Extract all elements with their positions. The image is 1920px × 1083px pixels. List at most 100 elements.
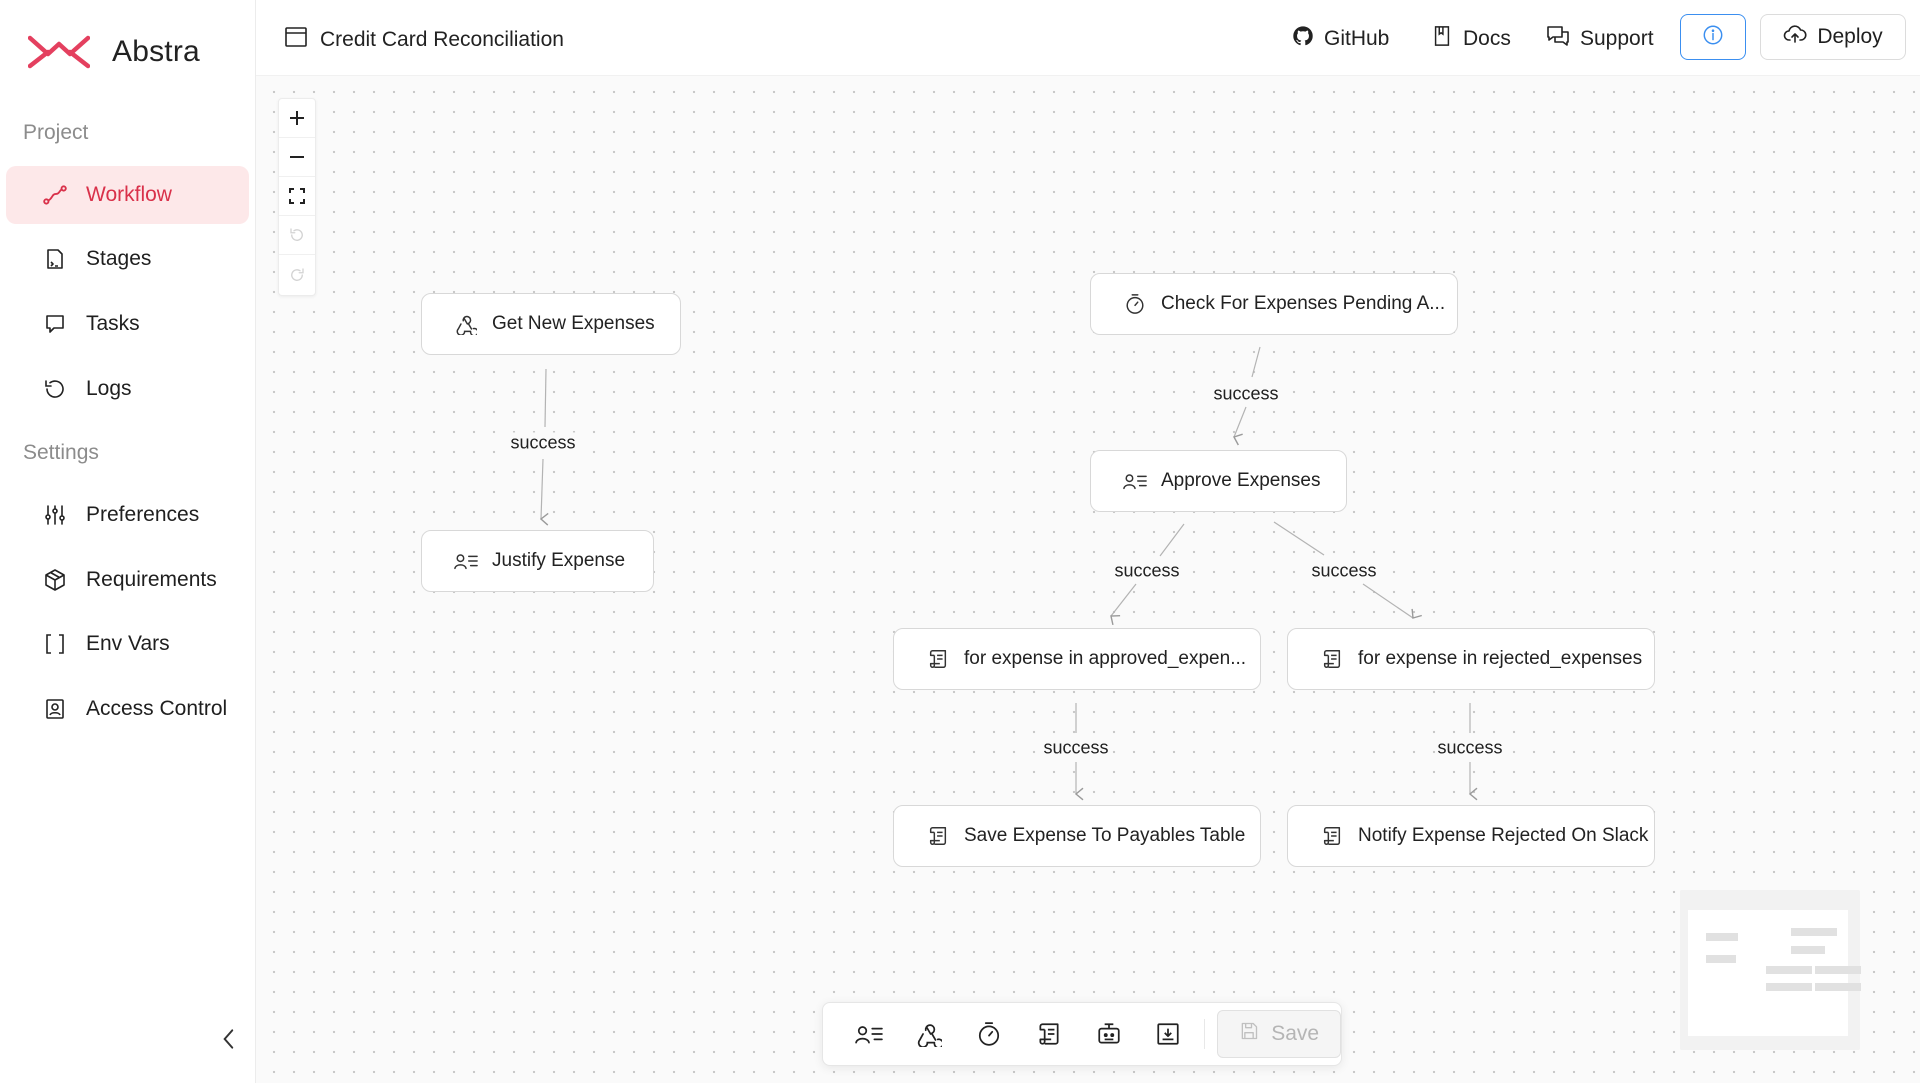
badge-icon <box>42 696 68 722</box>
page-title: Credit Card Reconciliation <box>284 26 564 54</box>
sidebar-item-label: Access Control <box>86 697 228 720</box>
edge-line <box>1159 523 1185 557</box>
abstra-logo-icon <box>28 35 90 69</box>
settings-section-title: Settings <box>23 441 99 464</box>
script-icon <box>926 824 950 848</box>
chat-icon <box>1546 25 1570 53</box>
book-icon <box>1431 25 1453 53</box>
node-label: Save Expense To Payables Table <box>964 825 1246 846</box>
zoom-out-icon[interactable] <box>279 138 315 177</box>
edge-line <box>539 458 549 526</box>
redo-icon[interactable] <box>279 255 315 294</box>
sidebar-item-preferences[interactable]: Preferences <box>6 486 249 544</box>
support-label: Support <box>1580 27 1654 50</box>
node-label: Approve Expenses <box>1161 470 1321 491</box>
sliders-icon <box>42 502 68 528</box>
cloud-upload-icon <box>1783 23 1807 51</box>
node-label: Check For Expenses Pending A... <box>1161 293 1446 314</box>
sidebar-item-tasks[interactable]: Tasks <box>6 295 249 353</box>
edge-label: success <box>1309 560 1379 582</box>
node-check-pending[interactable]: Check For Expenses Pending A... <box>1090 273 1458 335</box>
brackets-icon <box>42 631 68 657</box>
edge-label: success <box>1211 383 1281 405</box>
docs-label: Docs <box>1463 27 1511 50</box>
save-icon <box>1239 1021 1259 1047</box>
add-form-icon[interactable] <box>839 1010 899 1058</box>
sidebar-item-env-vars[interactable]: Env Vars <box>6 615 249 673</box>
toolbar-divider <box>1204 1019 1206 1049</box>
node-label: for expense in approved_expen... <box>964 648 1247 669</box>
sidebar-item-stages[interactable]: Stages <box>6 230 249 288</box>
sidebar-item-label: Requirements <box>86 568 217 591</box>
sidebar-item-label: Workflow <box>86 183 172 206</box>
undo-icon[interactable] <box>279 216 315 255</box>
top-header: Credit Card Reconciliation GitHub Docs S… <box>256 0 1920 76</box>
fit-view-icon[interactable] <box>279 177 315 216</box>
node-approve-expenses[interactable]: Approve Expenses <box>1090 450 1347 512</box>
app-logo[interactable]: Abstra <box>28 32 200 72</box>
edge-line <box>1251 346 1261 378</box>
form-icon <box>454 549 478 573</box>
edge-label: success <box>1041 737 1111 759</box>
node-save-payables[interactable]: Save Expense To Payables Table <box>893 805 1261 867</box>
page-title-text: Credit Card Reconciliation <box>320 28 564 51</box>
info-button[interactable] <box>1680 14 1746 60</box>
node-label: Notify Expense Rejected On Slack <box>1358 825 1649 846</box>
edge-line <box>1362 583 1422 619</box>
github-label: GitHub <box>1324 27 1390 50</box>
workflow-icon <box>42 182 68 208</box>
add-agent-robot-icon[interactable] <box>1079 1010 1139 1058</box>
edge-label: success <box>1112 560 1182 582</box>
add-download-icon[interactable] <box>1138 1010 1198 1058</box>
sidebar-item-label: Logs <box>86 377 132 400</box>
node-justify-expense[interactable]: Justify Expense <box>421 530 654 592</box>
deploy-label: Deploy <box>1817 25 1883 48</box>
sidebar-item-label: Env Vars <box>86 632 170 655</box>
docs-link[interactable]: Docs <box>1431 25 1511 53</box>
app-name: Abstra <box>112 35 200 68</box>
minimap-viewport <box>1688 910 1861 1036</box>
deploy-button[interactable]: Deploy <box>1760 14 1906 60</box>
script-icon <box>1320 647 1344 671</box>
sidebar-item-logs[interactable]: Logs <box>6 360 249 418</box>
workflow-canvas[interactable]: success success success success success … <box>256 76 1920 1083</box>
package-icon <box>42 567 68 593</box>
node-loop-approved[interactable]: for expense in approved_expen... <box>893 628 1261 690</box>
sidebar-item-label: Stages <box>86 247 152 270</box>
edge-line <box>1273 521 1325 556</box>
edge-label: success <box>508 432 578 454</box>
add-hook-icon[interactable] <box>899 1010 959 1058</box>
add-job-timer-icon[interactable] <box>959 1010 1019 1058</box>
sidebar-item-label: Preferences <box>86 503 200 526</box>
sidebar-item-access-control[interactable]: Access Control <box>6 680 249 738</box>
edge-line <box>1110 583 1137 626</box>
tasks-icon <box>42 311 68 337</box>
stages-icon <box>42 246 68 272</box>
support-link[interactable]: Support <box>1546 25 1654 53</box>
timer-icon <box>1123 292 1147 316</box>
sidebar-item-label: Tasks <box>86 312 140 335</box>
save-label: Save <box>1271 1022 1320 1045</box>
collapse-sidebar-icon[interactable] <box>216 1026 242 1052</box>
node-label: for expense in rejected_expenses <box>1358 648 1643 669</box>
sidebar: Abstra Project Workflow Stages Tasks Log… <box>0 0 256 1083</box>
github-link[interactable]: GitHub <box>1292 25 1389 53</box>
node-loop-rejected[interactable]: for expense in rejected_expenses <box>1287 628 1655 690</box>
logs-icon <box>42 376 68 402</box>
node-label: Get New Expenses <box>492 313 655 334</box>
sidebar-item-workflow[interactable]: Workflow <box>6 166 249 224</box>
sidebar-item-requirements[interactable]: Requirements <box>6 551 249 609</box>
zoom-controls <box>278 98 316 296</box>
form-icon <box>1123 469 1147 493</box>
info-icon <box>1702 24 1724 51</box>
project-section-title: Project <box>23 121 89 144</box>
node-label: Justify Expense <box>492 550 626 571</box>
minimap[interactable] <box>1680 890 1861 1050</box>
node-get-new-expenses[interactable]: Get New Expenses <box>421 293 681 355</box>
add-script-icon[interactable] <box>1019 1010 1079 1058</box>
node-notify-slack[interactable]: Notify Expense Rejected On Slack <box>1287 805 1655 867</box>
save-button[interactable]: Save <box>1217 1010 1342 1058</box>
add-stage-toolbar: Save <box>822 1002 1342 1066</box>
zoom-in-icon[interactable] <box>279 99 315 138</box>
edge-label: success <box>1435 737 1505 759</box>
